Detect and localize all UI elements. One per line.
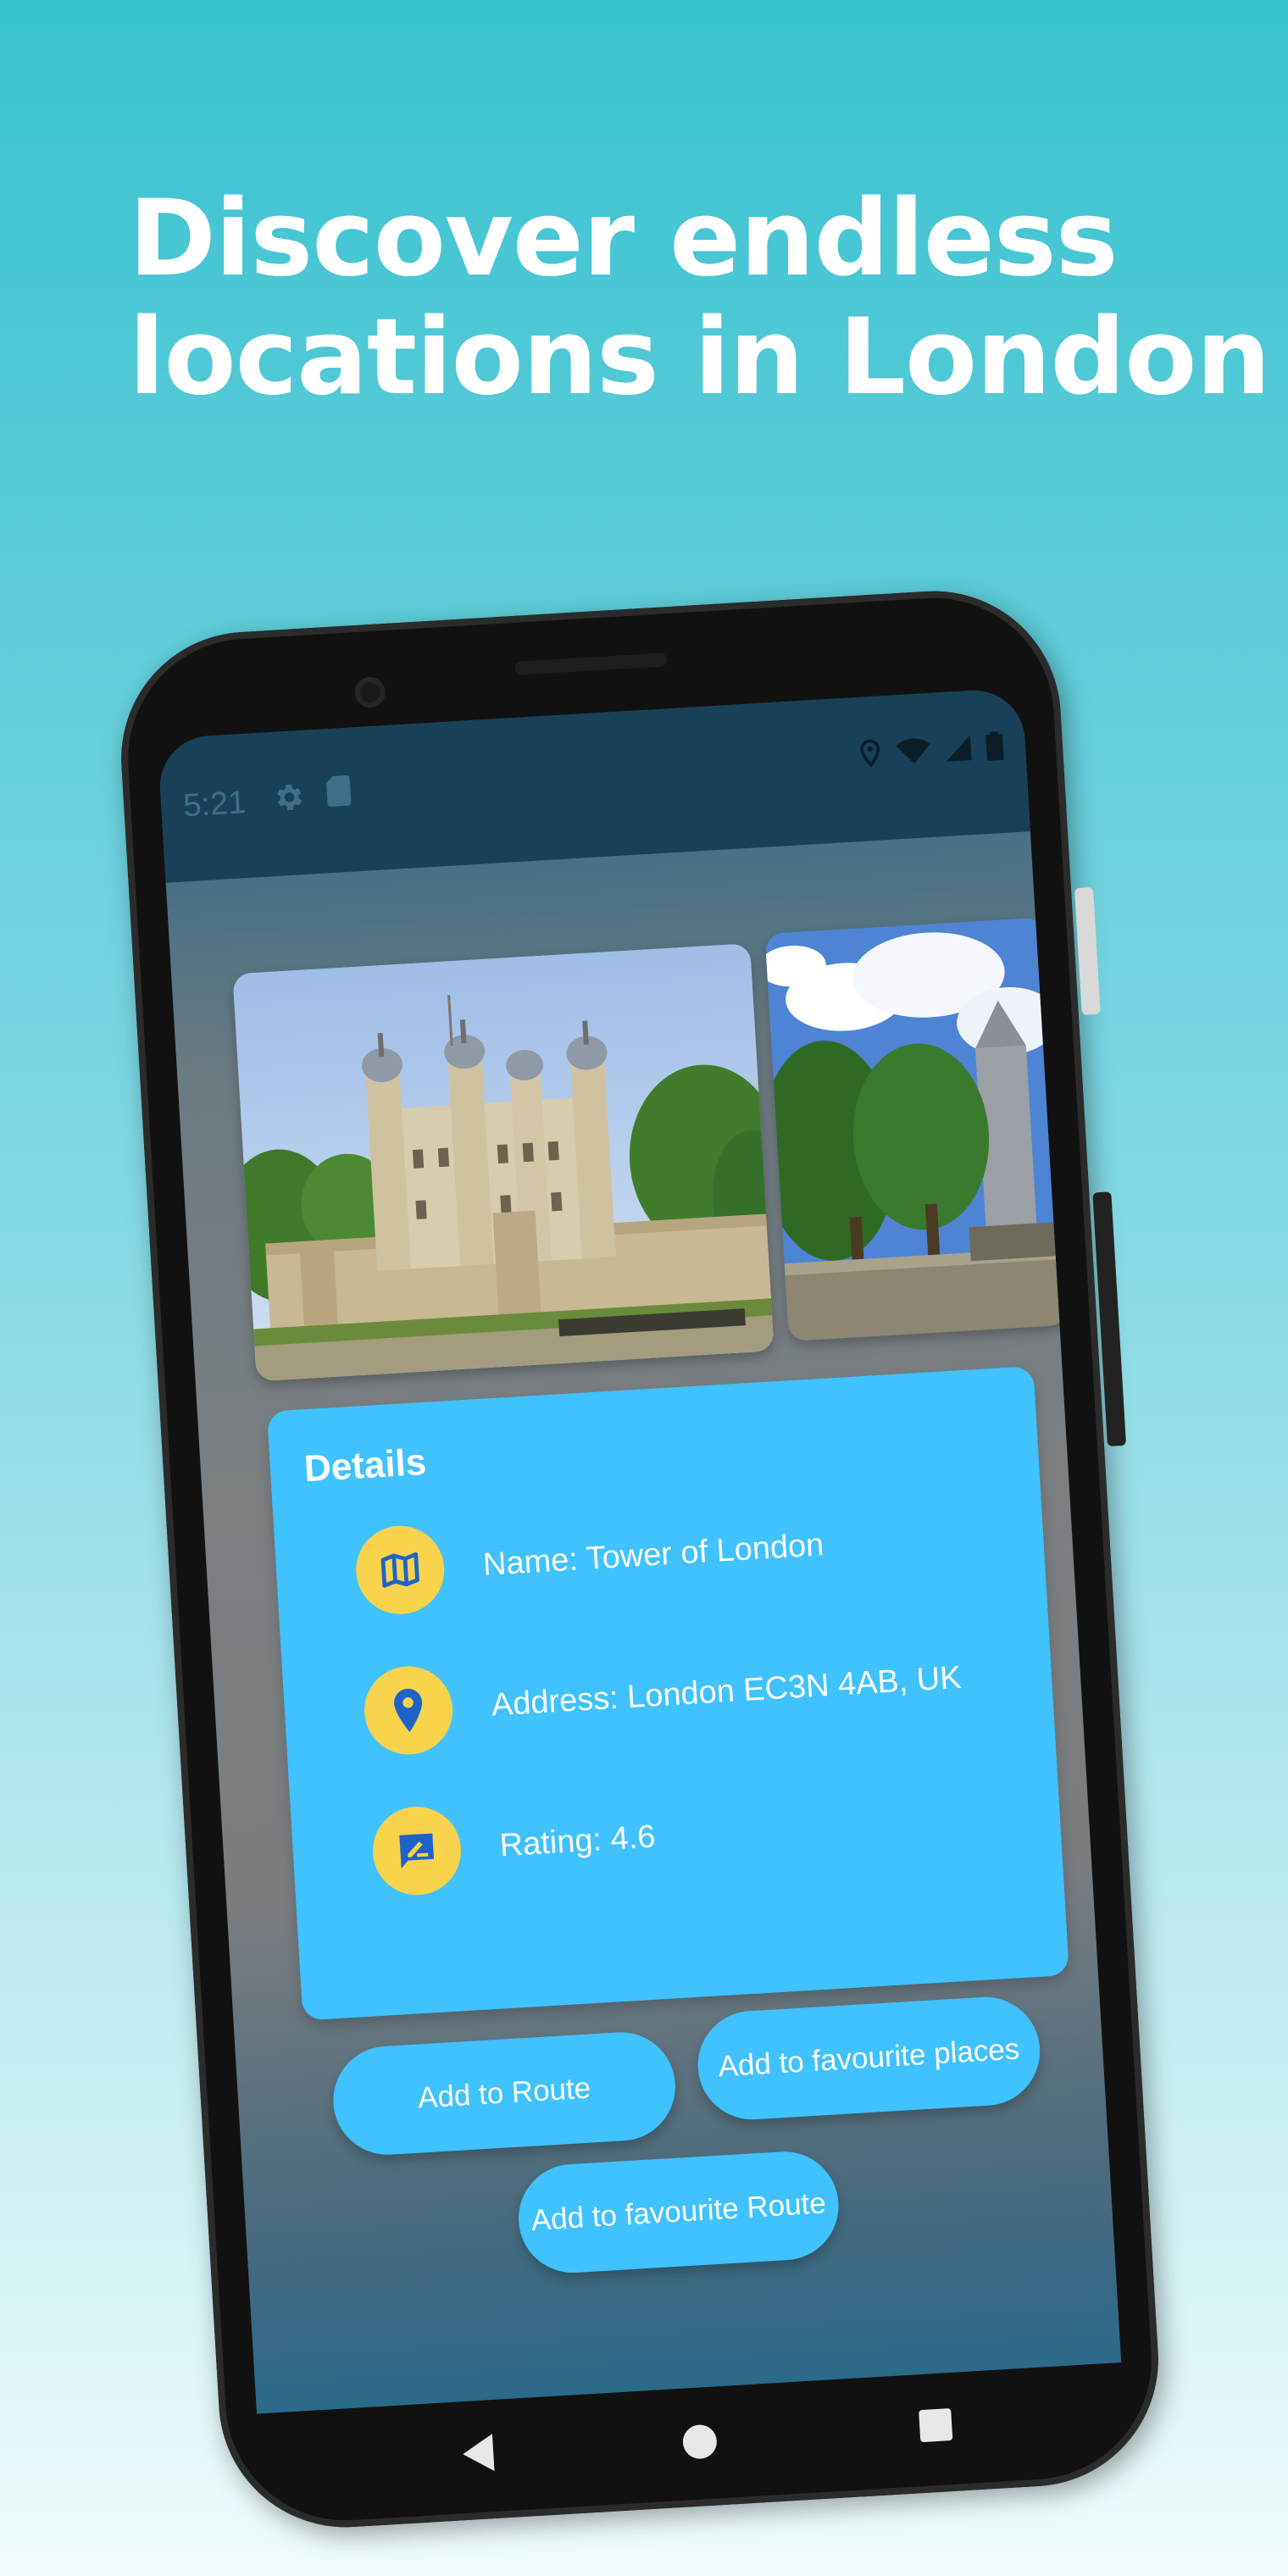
add-to-route-button[interactable]: Add to Route xyxy=(330,2029,679,2158)
headline-line-2: locations in London xyxy=(129,297,1271,419)
power-button xyxy=(1074,886,1101,1015)
battery-icon xyxy=(985,731,1004,761)
map-icon xyxy=(380,1552,419,1588)
app-screen: 5:21 Details Name: Tower of London Addre… xyxy=(157,687,1122,2414)
map-icon-badge xyxy=(353,1523,447,1617)
home-nav-icon[interactable] xyxy=(681,2423,719,2460)
detail-row-rating: Rating: 4.6 xyxy=(369,1793,658,1898)
detail-address-text: Address: London EC3N 4AB, UK xyxy=(490,1659,963,1724)
system-icons xyxy=(858,731,1004,769)
detail-rating-text: Rating: 4.6 xyxy=(498,1818,657,1863)
tower-of-london-photo[interactable] xyxy=(232,943,774,1382)
headline-line-1: Discover endless xyxy=(129,178,1119,300)
signal-icon xyxy=(946,735,972,762)
rate-review-icon-badge xyxy=(369,1804,464,1898)
settings-gear-icon xyxy=(277,784,303,811)
location-pin-icon-badge xyxy=(362,1663,456,1757)
detail-row-name: Name: Tower of London xyxy=(353,1501,826,1617)
add-to-favourite-route-button[interactable]: Add to favourite Route xyxy=(515,2148,842,2276)
tower-of-london-photo-art xyxy=(232,943,774,1382)
details-title: Details xyxy=(303,1441,428,1491)
wifi-icon xyxy=(896,738,930,764)
phone-mockup: 5:21 Details Name: Tower of London Addre… xyxy=(114,584,1166,2534)
rate-review-icon xyxy=(399,1833,435,1868)
location-pin-icon xyxy=(394,1688,423,1733)
status-time: 5:21 xyxy=(182,785,247,824)
detail-name-text: Name: Tower of London xyxy=(481,1526,825,1583)
sd-card-icon xyxy=(326,774,352,808)
tower-bridge-photo[interactable] xyxy=(764,917,1069,1342)
add-to-favourite-places-button[interactable]: Add to favourite places xyxy=(694,1994,1043,2123)
recents-nav-icon[interactable] xyxy=(919,2407,953,2443)
tower-bridge-photo-art xyxy=(764,917,1069,1342)
location-status-icon xyxy=(860,739,880,768)
detail-row-address: Address: London EC3N 4AB, UK xyxy=(362,1634,963,1757)
back-nav-icon[interactable] xyxy=(462,2434,498,2473)
headline: Discover endless locations in London xyxy=(129,178,1271,419)
details-card: Details Name: Tower of London Address: L… xyxy=(266,1366,1069,2021)
